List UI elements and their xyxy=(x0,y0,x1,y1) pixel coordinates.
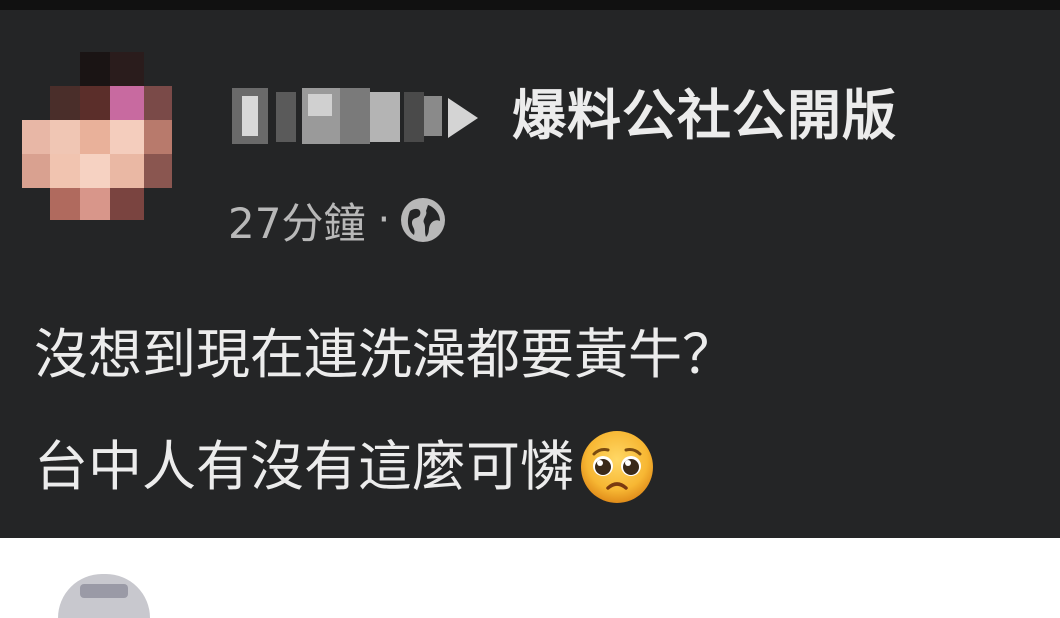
author-name-blurred[interactable] xyxy=(232,86,444,146)
pleading-face-emoji-icon xyxy=(581,431,653,503)
post-body: 沒想到現在連洗澡都要黃牛？ 台中人有沒有這麼可憐 xyxy=(34,320,736,506)
post-meta: 27分鐘 · xyxy=(228,188,446,252)
author-avatar-pixelated[interactable] xyxy=(22,52,172,220)
post-text-line-1: 沒想到現在連洗澡都要黃牛？ xyxy=(34,323,736,386)
meta-separator: · xyxy=(377,197,391,243)
post-text-line-2: 台中人有沒有這麼可憐 xyxy=(34,435,574,498)
post-timestamp[interactable]: 27分鐘 xyxy=(228,190,365,251)
shared-to-arrow-icon xyxy=(448,98,478,138)
globe-icon[interactable] xyxy=(400,197,446,243)
post-card: 爆料公社公開版 27分鐘 · 沒想到現在連洗澡都要黃牛？ 台中人有沒有這麼可憐 xyxy=(0,0,1060,538)
next-post-preview xyxy=(0,538,1060,618)
group-name-link[interactable]: 爆料公社公開版 xyxy=(512,80,897,152)
top-divider xyxy=(0,0,1060,10)
